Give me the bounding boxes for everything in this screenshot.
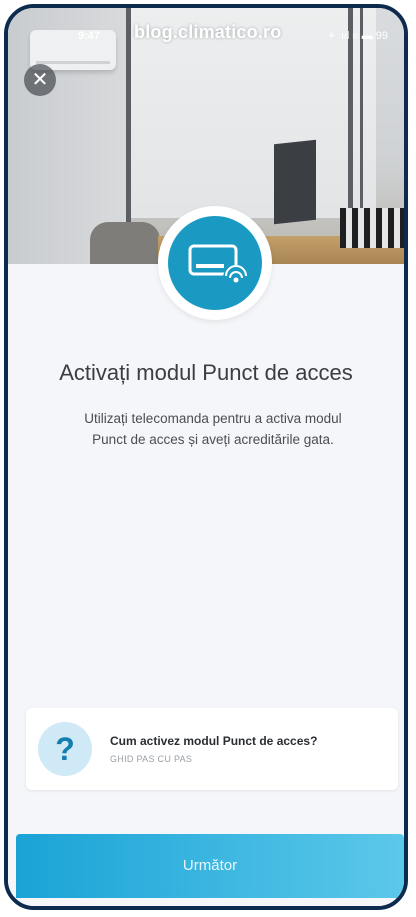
- hero-icon-circle: [158, 206, 272, 320]
- status-icons: ⌖ .ııl ≋ ▬ 99: [328, 30, 388, 42]
- watermark: blog.climatico.ro: [134, 22, 282, 42]
- home-indicator[interactable]: [150, 906, 274, 910]
- close-icon: ✕: [31, 69, 49, 91]
- page-subtitle: Utilizați telecomanda pentru a activa mo…: [84, 411, 342, 447]
- next-button[interactable]: Următor: [16, 834, 404, 898]
- ac-remote-wifi-icon: [188, 244, 249, 291]
- phone-frame: 9:47 ⌖ .ııl ≋ ▬ 99 blog.climatico.ro ✕ A…: [4, 4, 408, 910]
- status-time: 9:47: [78, 30, 101, 42]
- help-subtitle: GHID PAS CU PAS: [110, 754, 193, 764]
- help-title: Cum activez modul Punct de acces?: [110, 734, 318, 748]
- help-guide-card[interactable]: ? Cum activez modul Punct de acces? GHID…: [26, 708, 398, 790]
- page-title: Activați modul Punct de acces: [59, 360, 353, 385]
- close-button[interactable]: ✕: [24, 64, 56, 96]
- question-icon: ?: [38, 722, 92, 776]
